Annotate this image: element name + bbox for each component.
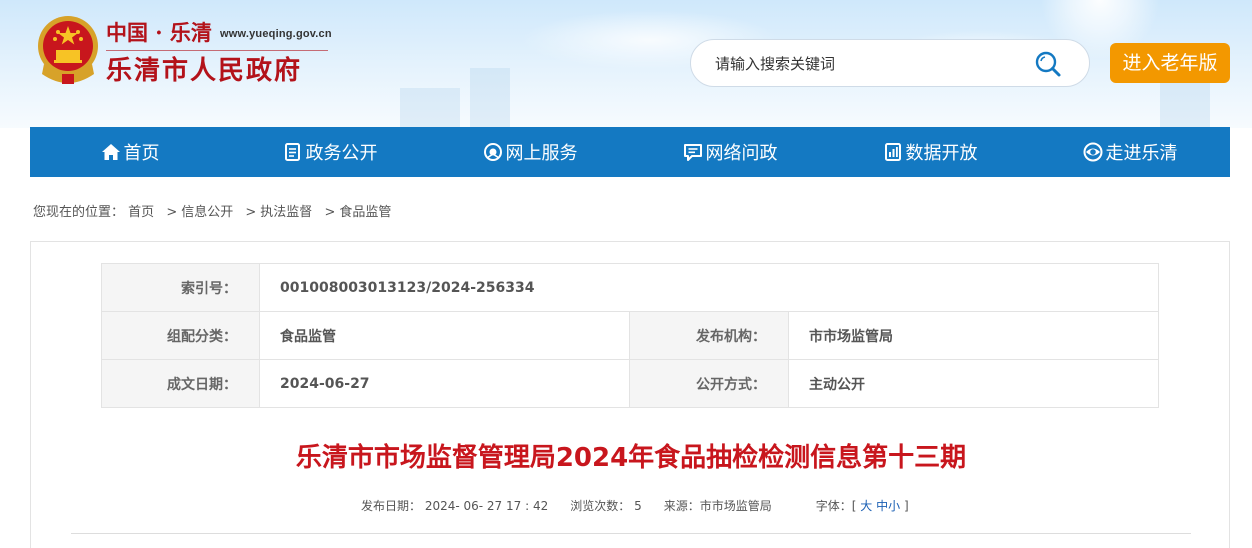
logo-divider (106, 50, 328, 51)
breadcrumb-item-food-regulation[interactable]: 食品监管 (339, 205, 391, 220)
site-title[interactable]: 乐清市人民政府 (106, 54, 302, 88)
skyline-decoration (470, 68, 510, 128)
nav-item-about-yueqing[interactable]: 走进乐清 (1030, 127, 1230, 177)
nav-label: 数据开放 (905, 143, 978, 164)
search-input[interactable] (715, 52, 1015, 76)
meta-table: 索引号： 001008003013123/2024-256334 组配分类： 食… (101, 263, 1159, 408)
views-label: 浏览次数： (570, 499, 631, 513)
date-value: 2024-06-27 (259, 359, 630, 408)
index-value: 001008003013123/2024-256334 (259, 263, 1159, 312)
views-count: 5 (634, 499, 642, 513)
home-icon (101, 144, 120, 160)
date-label: 成文日期： (101, 359, 260, 408)
nav-item-open-data[interactable]: 数据开放 (830, 127, 1030, 177)
eye-icon (1083, 142, 1102, 162)
breadcrumb-item-info-disclosure[interactable]: 信息公开 (181, 205, 233, 220)
nav-item-online-service[interactable]: 网上服务 (430, 127, 630, 177)
publisher-label: 发布机构： (629, 311, 789, 360)
nav-label: 网上服务 (505, 143, 578, 164)
document-icon (284, 143, 300, 161)
site-domain-cn: 中国 · 乐清 (106, 20, 212, 45)
category-value: 食品监管 (259, 311, 630, 360)
nav-item-home[interactable]: 首页 (30, 127, 230, 177)
article-title: 乐清市市场监督管理局2024年食品抽检检测信息第十三期 (295, 443, 967, 473)
elder-version-button[interactable]: 进入老年版 (1110, 43, 1230, 83)
index-label: 索引号： (101, 263, 260, 312)
font-size-medium-link[interactable]: 中 (876, 499, 888, 513)
nav-item-gov-affairs[interactable]: 政务公开 (230, 127, 430, 177)
search-icon[interactable] (1033, 49, 1063, 79)
nav-item-online-inquiry[interactable]: 网络问政 (630, 127, 830, 177)
article-info: 发布日期： 2024- 06- 27 17 : 42 浏览次数： 5 来源：市市场监… (361, 497, 909, 514)
method-label: 公开方式： (629, 359, 789, 408)
service-icon (483, 143, 502, 161)
content-divider (71, 533, 1191, 534)
breadcrumb-separator: > (324, 205, 336, 220)
search-box (690, 39, 1090, 87)
font-size-large-link[interactable]: 大 (860, 499, 872, 513)
nav-label: 走进乐清 (1105, 143, 1178, 164)
skyline-decoration (400, 88, 460, 128)
category-label: 组配分类： (101, 311, 260, 360)
nav-label: 首页 (123, 143, 160, 164)
breadcrumb-separator: > (166, 205, 178, 220)
nav-label: 政务公开 (305, 143, 378, 164)
site-url: www.yueqing.gov.cn (220, 28, 332, 40)
article-source: 来源：市市场监管局 (663, 499, 772, 513)
font-size-close: ] (903, 499, 909, 513)
national-emblem-icon (38, 16, 98, 84)
breadcrumb-item-home[interactable]: 首页 (128, 205, 154, 220)
article-container: 索引号： 001008003013123/2024-256334 组配分类： 食… (30, 241, 1230, 548)
nav-label: 网络问政 (705, 143, 778, 164)
breadcrumb-separator: > (245, 205, 257, 220)
breadcrumb-item-law-enforcement[interactable]: 执法监督 (260, 205, 312, 220)
meta-row: 索引号： 001008003013123/2024-256334 (101, 263, 1159, 312)
chat-icon (683, 144, 702, 161)
meta-row: 成文日期： 2024-06-27 公开方式： 主动公开 (101, 359, 1159, 408)
publish-date: 发布日期： 2024- 06- 27 17 : 42 (361, 499, 549, 513)
font-size-label: 字体：[ (815, 499, 857, 513)
publisher-value: 市市场监管局 (788, 311, 1159, 360)
data-icon (884, 143, 901, 161)
meta-row: 组配分类： 食品监管 发布机构： 市市场监管局 (101, 311, 1159, 360)
breadcrumb-prefix: 您现在的位置： (33, 205, 125, 220)
breadcrumb: 您现在的位置： 首页 > 信息公开 > 执法监督 > 食品监管 (33, 201, 391, 220)
font-size-small-link[interactable]: 小 (888, 499, 900, 513)
main-nav: 首页 政务公开 网上服务 网络问政 数据开放 走进乐清 (30, 127, 1230, 177)
method-value: 主动公开 (788, 359, 1159, 408)
skyline-decoration (1160, 78, 1210, 128)
